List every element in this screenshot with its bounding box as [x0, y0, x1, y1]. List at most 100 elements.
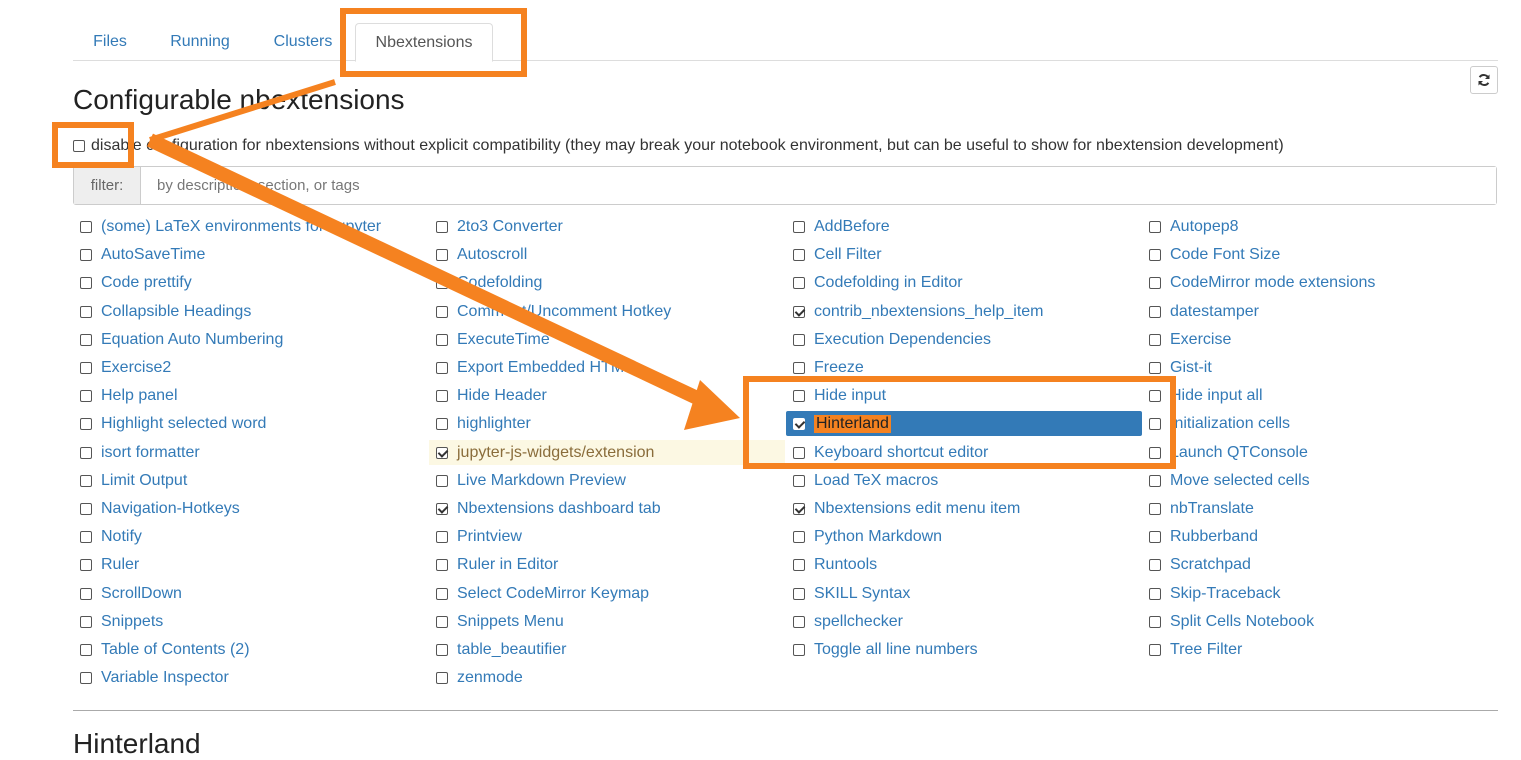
extension-checkbox[interactable] — [436, 333, 448, 346]
tab-running[interactable]: Running — [155, 23, 245, 59]
extension-checkbox[interactable] — [80, 474, 92, 487]
extension-checkbox[interactable] — [793, 220, 805, 233]
compat-checkbox[interactable] — [73, 140, 85, 152]
extension-checkbox[interactable] — [436, 361, 448, 374]
extension-checkbox[interactable] — [80, 305, 92, 318]
extension-item[interactable]: Codefolding in Editor — [786, 270, 1142, 295]
extension-checkbox[interactable] — [436, 389, 448, 402]
extension-item[interactable]: Runtools — [786, 552, 1142, 577]
extension-item[interactable]: Gist-it — [1142, 355, 1498, 380]
extension-checkbox[interactable] — [793, 333, 805, 346]
extension-item[interactable]: Ruler — [73, 552, 429, 577]
extension-checkbox[interactable] — [436, 671, 448, 684]
extension-item[interactable]: Export Embedded HTML — [429, 355, 785, 380]
extension-checkbox[interactable] — [436, 643, 448, 656]
extension-checkbox[interactable] — [793, 615, 805, 628]
extension-checkbox[interactable] — [793, 248, 805, 261]
extension-item[interactable]: Hide Header — [429, 383, 785, 408]
extension-item[interactable]: jupyter-js-widgets/extension — [429, 440, 785, 465]
extension-item[interactable]: Nbextensions dashboard tab — [429, 496, 785, 521]
extension-checkbox[interactable] — [436, 474, 448, 487]
extension-checkbox[interactable] — [1149, 615, 1161, 628]
extension-item[interactable]: Highlight selected word — [73, 411, 429, 436]
extension-item[interactable]: Hide input — [786, 383, 1142, 408]
extension-item[interactable]: AutoSaveTime — [73, 242, 429, 267]
extension-item[interactable]: Hide input all — [1142, 383, 1498, 408]
extension-checkbox[interactable] — [80, 643, 92, 656]
extension-item[interactable]: AddBefore — [786, 214, 1142, 239]
extension-checkbox[interactable] — [793, 417, 805, 430]
extension-item[interactable]: Autopep8 — [1142, 214, 1498, 239]
extension-item[interactable]: Code prettify — [73, 270, 429, 295]
extension-item[interactable]: Table of Contents (2) — [73, 637, 429, 662]
extension-item[interactable]: Exercise2 — [73, 355, 429, 380]
extension-checkbox[interactable] — [1149, 474, 1161, 487]
extension-item[interactable]: Launch QTConsole — [1142, 440, 1498, 465]
extension-item[interactable]: Live Markdown Preview — [429, 468, 785, 493]
extension-item[interactable]: ExecuteTime — [429, 327, 785, 352]
extension-checkbox[interactable] — [80, 558, 92, 571]
extension-item[interactable]: Navigation-Hotkeys — [73, 496, 429, 521]
extension-checkbox[interactable] — [436, 220, 448, 233]
extension-item[interactable]: Codefolding — [429, 270, 785, 295]
extension-item[interactable]: Keyboard shortcut editor — [786, 440, 1142, 465]
extension-item[interactable]: 2to3 Converter — [429, 214, 785, 239]
extension-item[interactable]: Split Cells Notebook — [1142, 609, 1498, 634]
extension-item[interactable]: Limit Output — [73, 468, 429, 493]
extension-checkbox[interactable] — [1149, 587, 1161, 600]
extension-item[interactable]: Execution Dependencies — [786, 327, 1142, 352]
extension-item[interactable]: Collapsible Headings — [73, 299, 429, 324]
extension-checkbox[interactable] — [80, 417, 92, 430]
extension-checkbox[interactable] — [1149, 220, 1161, 233]
extension-checkbox[interactable] — [793, 502, 805, 515]
extension-checkbox[interactable] — [436, 248, 448, 261]
extension-item[interactable]: Snippets — [73, 609, 429, 634]
extension-item[interactable]: Comment/Uncomment Hotkey — [429, 299, 785, 324]
extension-checkbox[interactable] — [436, 502, 448, 515]
extension-item[interactable]: Exercise — [1142, 327, 1498, 352]
extension-checkbox[interactable] — [1149, 417, 1161, 430]
extension-item[interactable]: Ruler in Editor — [429, 552, 785, 577]
extension-item[interactable]: Freeze — [786, 355, 1142, 380]
extension-item[interactable]: isort formatter — [73, 440, 429, 465]
extension-checkbox[interactable] — [436, 558, 448, 571]
extension-item[interactable]: Nbextensions edit menu item — [786, 496, 1142, 521]
extension-checkbox[interactable] — [80, 671, 92, 684]
extension-checkbox[interactable] — [80, 615, 92, 628]
extension-item[interactable]: Toggle all line numbers — [786, 637, 1142, 662]
extension-checkbox[interactable] — [1149, 558, 1161, 571]
extension-checkbox[interactable] — [436, 305, 448, 318]
extension-item[interactable]: Cell Filter — [786, 242, 1142, 267]
extension-item[interactable]: Equation Auto Numbering — [73, 327, 429, 352]
extension-checkbox[interactable] — [436, 276, 448, 289]
extension-checkbox[interactable] — [793, 587, 805, 600]
tab-clusters[interactable]: Clusters — [261, 23, 345, 59]
extension-item[interactable]: Load TeX macros — [786, 468, 1142, 493]
extension-item[interactable]: Code Font Size — [1142, 242, 1498, 267]
extension-item[interactable]: spellchecker — [786, 609, 1142, 634]
extension-checkbox[interactable] — [436, 530, 448, 543]
extension-item[interactable]: Autoscroll — [429, 242, 785, 267]
refresh-button[interactable] — [1470, 66, 1498, 94]
extension-item[interactable]: Snippets Menu — [429, 609, 785, 634]
extension-checkbox[interactable] — [793, 474, 805, 487]
extension-checkbox[interactable] — [436, 446, 448, 459]
extension-checkbox[interactable] — [793, 643, 805, 656]
extension-item[interactable]: Printview — [429, 524, 785, 549]
extension-item[interactable]: Help panel — [73, 383, 429, 408]
extension-checkbox[interactable] — [793, 446, 805, 459]
extension-checkbox[interactable] — [80, 446, 92, 459]
extension-checkbox[interactable] — [1149, 502, 1161, 515]
extension-item[interactable]: Notify — [73, 524, 429, 549]
extension-checkbox[interactable] — [1149, 305, 1161, 318]
extension-item[interactable]: (some) LaTeX environments for Jupyter — [73, 214, 429, 239]
extension-checkbox[interactable] — [793, 305, 805, 318]
tab-files[interactable]: Files — [73, 23, 147, 59]
extension-checkbox[interactable] — [793, 558, 805, 571]
extension-item[interactable]: Move selected cells — [1142, 468, 1498, 493]
extension-item[interactable]: SKILL Syntax — [786, 581, 1142, 606]
extension-checkbox[interactable] — [80, 502, 92, 515]
extension-checkbox[interactable] — [80, 389, 92, 402]
extension-item[interactable]: contrib_nbextensions_help_item — [786, 299, 1142, 324]
extension-checkbox[interactable] — [80, 276, 92, 289]
